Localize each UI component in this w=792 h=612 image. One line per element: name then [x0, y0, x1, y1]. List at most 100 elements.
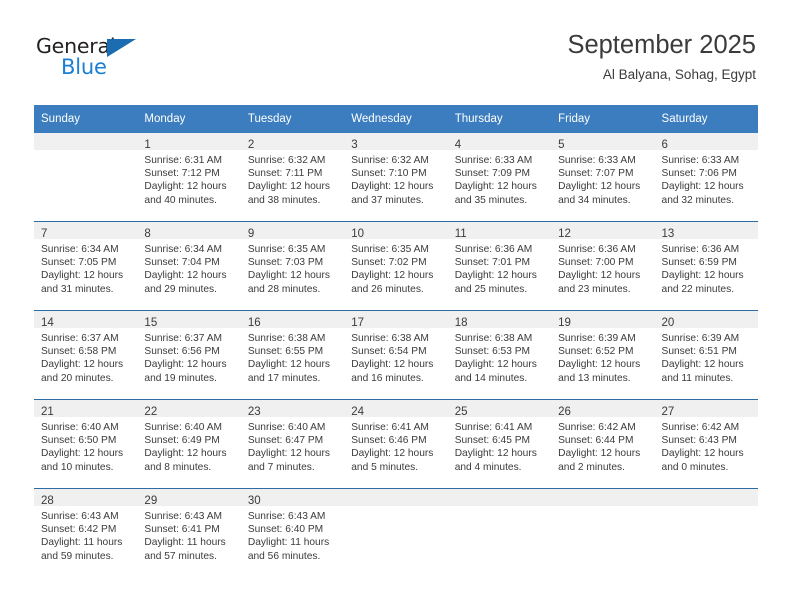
calendar-day-cell[interactable]: 10 Sunrise: 6:35 AM Sunset: 7:02 PM Dayligh… [344, 221, 448, 311]
daylight-text-line1: Daylight: 12 hours [144, 448, 227, 460]
calendar-day-cell[interactable]: 24 Sunrise: 6:41 AM Sunset: 6:46 PM Dayligh… [344, 399, 448, 489]
day-number-band: 18 [447, 311, 552, 329]
calendar-day-cell[interactable]: 28 Sunrise: 6:43 AM Sunset: 6:42 PM Dayligh… [34, 488, 138, 577]
calendar-day-cell[interactable]: 17 Sunrise: 6:38 AM Sunset: 6:54 PM Dayligh… [344, 310, 448, 400]
day-number: 9 [247, 228, 255, 240]
calendar-day-cell[interactable]: 12 Sunrise: 6:36 AM Sunset: 7:00 PM Dayligh… [551, 221, 655, 311]
sunset-text: Sunset: 7:06 PM [661, 168, 737, 180]
calendar-day-cell[interactable]: 25 Sunrise: 6:41 AM Sunset: 6:45 PM Dayligh… [447, 399, 552, 489]
day-number: 5 [558, 139, 565, 151]
calendar-day-cell[interactable]: 16 Sunrise: 6:38 AM Sunset: 6:55 PM Dayligh… [240, 310, 345, 400]
day-number-band: 30 [240, 489, 345, 507]
day-cell-inner: 20 Sunrise: 6:39 AM Sunset: 6:51 PM Dayligh… [654, 311, 758, 399]
calendar-day-cell[interactable]: 4 Sunrise: 6:33 AM Sunset: 7:09 PM Daylight… [447, 133, 552, 222]
calendar-day-cell[interactable]: 26 Sunrise: 6:42 AM Sunset: 6:44 PM Dayligh… [551, 399, 655, 489]
day-cell-inner: 13 Sunrise: 6:36 AM Sunset: 6:59 PM Dayligh… [654, 222, 758, 310]
daylight-text-line1: Daylight: 12 hours [661, 359, 744, 371]
day-number: 28 [41, 495, 54, 507]
day-number-band [551, 489, 655, 506]
day-cell-inner: 8 Sunrise: 6:34 AM Sunset: 7:04 PM Daylight… [137, 222, 241, 310]
calendar-day-cell[interactable]: 9 Sunrise: 6:35 AM Sunset: 7:03 PM Daylight… [240, 221, 345, 311]
calendar-day-cell[interactable]: 27 Sunrise: 6:42 AM Sunset: 6:43 PM Dayligh… [654, 399, 758, 489]
sunset-text: Sunset: 6:46 PM [351, 435, 427, 447]
calendar-cell-empty [34, 133, 138, 222]
sunrise-text: Sunrise: 6:43 AM [144, 511, 223, 522]
day-number-band: 14 [34, 311, 138, 329]
sunset-text: Sunset: 7:00 PM [558, 257, 634, 269]
calendar-day-cell[interactable]: 2 Sunrise: 6:32 AM Sunset: 7:11 PM Daylight… [240, 133, 345, 222]
sunset-text: Sunset: 7:03 PM [247, 257, 324, 269]
day-details: Sunrise: 6:38 AM Sunset: 6:55 PM Daylight:… [241, 328, 344, 385]
daylight-text-line2: and 14 minutes. [454, 372, 528, 384]
calendar-day-cell[interactable]: 22 Sunrise: 6:40 AM Sunset: 6:49 PM Dayligh… [137, 399, 241, 489]
sunrise-text: Sunrise: 6:38 AM [454, 333, 533, 344]
sunrise-text: Sunrise: 6:34 AM [144, 244, 223, 255]
sunset-text: Sunset: 6:55 PM [247, 346, 324, 358]
calendar-day-cell[interactable]: 20 Sunrise: 6:39 AM Sunset: 6:51 PM Dayligh… [654, 310, 758, 400]
daylight-text-line1: Daylight: 11 hours [144, 537, 226, 549]
calendar-day-cell[interactable]: 8 Sunrise: 6:34 AM Sunset: 7:04 PM Daylight… [137, 221, 241, 311]
sunrise-text: Sunrise: 6:33 AM [558, 155, 636, 166]
daylight-text-line1: Daylight: 12 hours [558, 270, 641, 282]
day-cell-inner: 11 Sunrise: 6:36 AM Sunset: 7:01 PM Dayligh… [447, 222, 552, 310]
day-details: Sunrise: 6:34 AM Sunset: 7:05 PM Daylight:… [34, 239, 137, 296]
day-number: 17 [351, 317, 365, 329]
day-number: 25 [454, 406, 468, 418]
daylight-text-line2: and 25 minutes. [454, 283, 528, 295]
sunrise-text: Sunrise: 6:43 AM [247, 511, 326, 522]
calendar-day-cell[interactable]: 21 Sunrise: 6:40 AM Sunset: 6:50 PM Dayligh… [34, 399, 138, 489]
day-details: Sunrise: 6:42 AM Sunset: 6:44 PM Daylight:… [551, 417, 654, 474]
day-number-band: 3 [344, 133, 448, 151]
calendar-week-row: 7 Sunrise: 6:34 AM Sunset: 7:05 PM Daylight… [34, 221, 758, 311]
day-number-band: 26 [551, 400, 655, 418]
day-details: Sunrise: 6:36 AM Sunset: 7:01 PM Daylight:… [448, 239, 551, 296]
calendar-day-cell[interactable]: 29 Sunrise: 6:43 AM Sunset: 6:41 PM Dayligh… [137, 488, 241, 577]
calendar-week-row: 21 Sunrise: 6:40 AM Sunset: 6:50 PM Dayligh… [34, 399, 758, 489]
day-cell-inner: 15 Sunrise: 6:37 AM Sunset: 6:56 PM Dayligh… [137, 311, 241, 399]
calendar-day-cell[interactable]: 5 Sunrise: 6:33 AM Sunset: 7:07 PM Daylight… [551, 133, 655, 222]
day-cell-inner: 16 Sunrise: 6:38 AM Sunset: 6:55 PM Dayligh… [240, 311, 345, 399]
sunrise-text: Sunrise: 6:36 AM [661, 244, 740, 255]
calendar-day-cell[interactable]: 7 Sunrise: 6:34 AM Sunset: 7:05 PM Daylight… [34, 221, 138, 311]
day-number-band: 5 [551, 133, 655, 151]
calendar-day-cell[interactable]: 3 Sunrise: 6:32 AM Sunset: 7:10 PM Daylight… [344, 133, 448, 222]
calendar-day-cell[interactable]: 14 Sunrise: 6:37 AM Sunset: 6:58 PM Dayligh… [34, 310, 138, 400]
calendar-day-cell[interactable]: 1 Sunrise: 6:31 AM Sunset: 7:12 PM Daylight… [137, 133, 241, 222]
calendar-day-cell[interactable]: 6 Sunrise: 6:33 AM Sunset: 7:06 PM Daylight… [654, 133, 758, 222]
day-cell-inner: 10 Sunrise: 6:35 AM Sunset: 7:02 PM Dayligh… [344, 222, 448, 310]
calendar-day-cell[interactable]: 13 Sunrise: 6:36 AM Sunset: 6:59 PM Dayligh… [654, 221, 758, 311]
weekday-header-friday: Friday [551, 105, 655, 133]
calendar-day-cell[interactable]: 30 Sunrise: 6:43 AM Sunset: 6:40 PM Dayligh… [240, 488, 345, 577]
daylight-text-line2: and 8 minutes. [144, 461, 212, 473]
sunrise-text: Sunrise: 6:32 AM [247, 155, 326, 166]
sunset-text: Sunset: 6:47 PM [247, 435, 324, 447]
calendar-day-cell[interactable]: 19 Sunrise: 6:39 AM Sunset: 6:52 PM Dayligh… [551, 310, 655, 400]
daylight-text-line2: and 4 minutes. [454, 461, 522, 473]
sunrise-text: Sunrise: 6:42 AM [661, 422, 740, 433]
calendar-cell-empty [447, 488, 552, 577]
day-number-band: 13 [654, 222, 758, 240]
daylight-text-line2: and 31 minutes. [41, 283, 114, 295]
general-blue-logo[interactable]: General Blue [36, 36, 156, 84]
day-details: Sunrise: 6:43 AM Sunset: 6:41 PM Daylight:… [137, 506, 240, 563]
day-number-band: 2 [240, 133, 345, 151]
sunrise-text: Sunrise: 6:35 AM [247, 244, 326, 255]
day-number: 13 [661, 228, 675, 240]
daylight-text-line2: and 19 minutes. [144, 372, 217, 384]
daylight-text-line1: Daylight: 12 hours [144, 181, 227, 193]
calendar-cell-empty [551, 488, 655, 577]
day-cell-inner: 14 Sunrise: 6:37 AM Sunset: 6:58 PM Dayligh… [34, 311, 138, 399]
day-number: 6 [661, 139, 668, 151]
calendar-day-cell[interactable]: 23 Sunrise: 6:40 AM Sunset: 6:47 PM Dayligh… [240, 399, 345, 489]
calendar-day-cell[interactable]: 15 Sunrise: 6:37 AM Sunset: 6:56 PM Dayligh… [137, 310, 241, 400]
daylight-text-line1: Daylight: 12 hours [351, 270, 434, 282]
sunset-text: Sunset: 7:11 PM [247, 168, 323, 180]
daylight-text-line2: and 22 minutes. [661, 283, 735, 295]
day-number-band: 1 [137, 133, 241, 151]
calendar-body: 1 Sunrise: 6:31 AM Sunset: 7:12 PM Daylight… [34, 133, 758, 577]
day-number-band: 11 [447, 222, 552, 240]
day-details: Sunrise: 6:38 AM Sunset: 6:53 PM Daylight:… [448, 328, 551, 385]
calendar-day-cell[interactable]: 11 Sunrise: 6:36 AM Sunset: 7:01 PM Dayligh… [447, 221, 552, 311]
calendar-week-row: 28 Sunrise: 6:43 AM Sunset: 6:42 PM Dayligh… [34, 488, 758, 577]
calendar-day-cell[interactable]: 18 Sunrise: 6:38 AM Sunset: 6:53 PM Dayligh… [447, 310, 552, 400]
